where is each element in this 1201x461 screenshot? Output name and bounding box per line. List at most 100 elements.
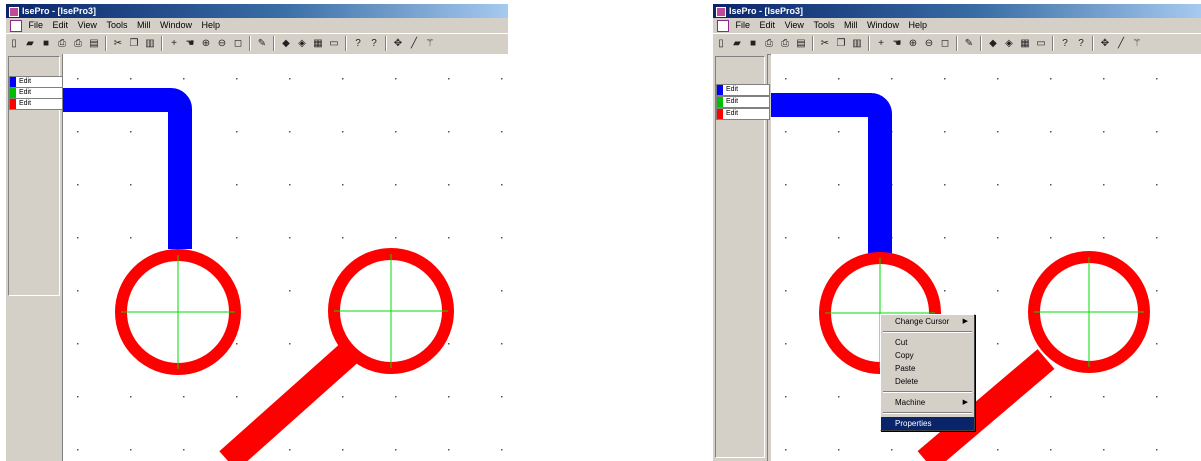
help-icon[interactable]: ? (1058, 36, 1072, 51)
context-menu-item-change-cursor[interactable]: Change Cursor ▶ (881, 315, 974, 328)
wand-icon[interactable]: ⚚ (1130, 36, 1144, 51)
grid-dot (395, 184, 397, 186)
menu-tools[interactable]: Tools (106, 18, 127, 33)
menu-view[interactable]: View (785, 18, 804, 33)
copy-icon[interactable]: ❐ (127, 36, 141, 51)
menu-file[interactable]: File (736, 18, 751, 33)
menu-help[interactable]: Help (202, 18, 221, 33)
zoom-fit-icon[interactable]: ◻ (938, 36, 952, 51)
grid-dot (342, 78, 344, 80)
zoom-in-icon[interactable]: ⊕ (906, 36, 920, 51)
crosshair-icon[interactable]: + (167, 36, 181, 51)
context-menu-item-paste[interactable]: Paste (881, 362, 974, 375)
document-icon[interactable] (10, 20, 22, 32)
hand-icon[interactable]: ☚ (183, 36, 197, 51)
flip-icon[interactable]: ◈ (295, 36, 309, 51)
new-icon[interactable]: ▯ (714, 36, 728, 51)
wand-icon[interactable]: ⚚ (423, 36, 437, 51)
drawing-canvas[interactable] (771, 54, 1201, 461)
grid-dot (944, 237, 946, 239)
paste-icon[interactable]: ▥ (850, 36, 864, 51)
menu-edit[interactable]: Edit (53, 18, 69, 33)
pencil-icon[interactable]: ✎ (255, 36, 269, 51)
layer-label: Edit (19, 89, 32, 96)
pencil-icon[interactable]: ✎ (962, 36, 976, 51)
red-trace[interactable] (219, 344, 357, 461)
print-icon[interactable]: ▤ (87, 36, 101, 51)
grid-dot (289, 449, 291, 451)
layer-item-green[interactable]: Edit (716, 96, 770, 108)
layer-item-red[interactable]: Edit (716, 108, 770, 120)
open-icon[interactable]: ▰ (730, 36, 744, 51)
grid-dot (997, 184, 999, 186)
grid-icon[interactable]: ▦ (1018, 36, 1032, 51)
layer-icon[interactable]: ◆ (279, 36, 293, 51)
print-icon[interactable]: ▤ (794, 36, 808, 51)
menu-mill[interactable]: Mill (137, 18, 151, 33)
window-icon[interactable]: ▭ (327, 36, 341, 51)
line-icon[interactable]: ╱ (1114, 36, 1128, 51)
grid-icon[interactable]: ▦ (311, 36, 325, 51)
menu-edit[interactable]: Edit (760, 18, 776, 33)
menu-help[interactable]: Help (909, 18, 928, 33)
window-icon[interactable]: ▭ (1034, 36, 1048, 51)
grid-dot (448, 396, 450, 398)
cut-icon[interactable]: ✂ (818, 36, 832, 51)
move-icon[interactable]: ✥ (1098, 36, 1112, 51)
print-preview-icon[interactable]: ⎙ (762, 36, 776, 51)
hand-icon[interactable]: ☚ (890, 36, 904, 51)
print-preview-icon[interactable]: ⎙ (55, 36, 69, 51)
line-icon[interactable]: ╱ (407, 36, 421, 51)
cut-icon[interactable]: ✂ (111, 36, 125, 51)
open-icon[interactable]: ▰ (23, 36, 37, 51)
context-help-icon[interactable]: ? (1074, 36, 1088, 51)
blue-trace[interactable] (771, 93, 892, 259)
copy-icon[interactable]: ❐ (834, 36, 848, 51)
move-icon[interactable]: ✥ (391, 36, 405, 51)
layer-item-blue[interactable]: Edit (716, 84, 770, 96)
zoom-in-icon[interactable]: ⊕ (199, 36, 213, 51)
menu-window[interactable]: Window (867, 18, 899, 33)
zoom-out-icon[interactable]: ⊖ (922, 36, 936, 51)
paste-icon[interactable]: ▥ (143, 36, 157, 51)
context-menu-item-machine[interactable]: Machine ▶ (881, 396, 974, 409)
save-icon[interactable]: ■ (39, 36, 53, 51)
crosshair-icon[interactable]: + (874, 36, 888, 51)
context-menu-item-cut[interactable]: Cut (881, 336, 974, 349)
zoom-fit-icon[interactable]: ◻ (231, 36, 245, 51)
grid-dot (342, 396, 344, 398)
print-setup-icon[interactable]: ⎙ (778, 36, 792, 51)
context-menu-item-delete[interactable]: Delete (881, 375, 974, 388)
grid-dot (944, 131, 946, 133)
layer-item-red[interactable]: Edit (9, 98, 63, 110)
context-menu-item-copy[interactable]: Copy (881, 349, 974, 362)
menu-window[interactable]: Window (160, 18, 192, 33)
document-icon[interactable] (717, 20, 729, 32)
grid-dot (1103, 449, 1105, 451)
blue-trace[interactable] (63, 88, 192, 249)
context-menu-item-properties[interactable]: Properties (881, 417, 974, 430)
context-help-icon[interactable]: ? (367, 36, 381, 51)
flip-icon[interactable]: ◈ (1002, 36, 1016, 51)
menu-file[interactable]: File (29, 18, 44, 33)
print-setup-icon[interactable]: ⎙ (71, 36, 85, 51)
pcb-layout[interactable] (63, 54, 508, 461)
grid-dot (838, 78, 840, 80)
grid-dot (785, 449, 787, 451)
layer-label: Edit (726, 98, 739, 105)
menu-mill[interactable]: Mill (844, 18, 858, 33)
zoom-out-icon[interactable]: ⊖ (215, 36, 229, 51)
grid-dot (77, 78, 79, 80)
menu-tools[interactable]: Tools (813, 18, 834, 33)
pcb-layout[interactable] (771, 54, 1201, 461)
menu-view[interactable]: View (78, 18, 97, 33)
grid-dot (501, 131, 503, 133)
new-icon[interactable]: ▯ (7, 36, 21, 51)
layer-icon[interactable]: ◆ (986, 36, 1000, 51)
help-icon[interactable]: ? (351, 36, 365, 51)
save-icon[interactable]: ■ (746, 36, 760, 51)
grid-dot (1103, 78, 1105, 80)
grid-dot (785, 131, 787, 133)
drawing-canvas[interactable] (63, 54, 508, 461)
menu-item-label: Machine (895, 398, 926, 407)
